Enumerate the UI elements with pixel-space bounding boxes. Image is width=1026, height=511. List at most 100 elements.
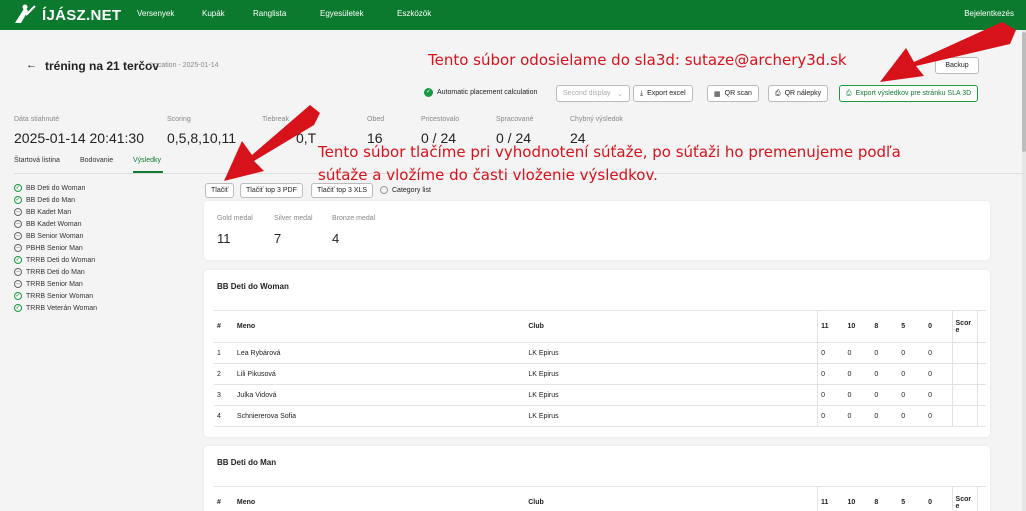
qr-scan-button[interactable]: ▦ QR scan <box>707 85 759 102</box>
print-button[interactable]: Tlačiť <box>205 183 235 198</box>
cell-name: Lili Pikusová <box>233 363 526 385</box>
cell-c10: 0 <box>844 384 872 406</box>
cell-c5: 0 <box>898 363 926 385</box>
category-item[interactable]: – BB Kadet Man <box>14 208 71 216</box>
logo-text: ÍJÁSZ.NET <box>42 6 122 24</box>
cell-c5: 0 <box>898 384 926 406</box>
cell-c10: 0 <box>844 363 872 385</box>
col-header-0: 0 <box>925 310 953 343</box>
table-row[interactable]: 1 Lea Rybárová LK Epirus 0 0 0 0 0 <box>214 342 986 364</box>
stat-value: 2025-01-14 20:41:30 <box>14 130 144 146</box>
nav-item-egyesuletek[interactable]: Egyesületek <box>320 9 364 18</box>
table-row[interactable]: 2 Lili Pikusová LK Epirus 0 0 0 0 0 <box>214 363 986 385</box>
category-item[interactable]: ✓ BB Deti do Man <box>14 196 75 204</box>
scrollbar-thumb[interactable] <box>1022 32 1026 152</box>
category-list-toggle[interactable]: Category list <box>380 186 431 194</box>
category-item[interactable]: – TRRB Senior Man <box>14 280 83 288</box>
print-top3-pdf-button[interactable]: Tlačiť top 3 PDF <box>240 183 303 198</box>
cell-c0: 0 <box>925 342 953 364</box>
cell-c0: 0 <box>925 405 953 427</box>
page-subtitle: Location - 2025-01-14 <box>150 62 219 69</box>
arrow-left-icon[interactable]: ← <box>26 59 37 71</box>
cell-name: Schniererova Sofia <box>233 405 526 427</box>
top-navbar: ÍJÁSZ.NET Versenyek Kupák Ranglista Egye… <box>0 0 1026 30</box>
tab-start-list[interactable]: Štartová listina <box>14 157 60 164</box>
export-excel-button[interactable]: ⤓ Export excel <box>633 85 693 102</box>
nav-item-versenyek[interactable]: Versenyek <box>137 9 174 18</box>
minus-circle-icon: – <box>14 220 22 228</box>
cell-num: 1 <box>214 342 234 364</box>
col-header-5: 5 <box>898 310 926 343</box>
print-top3-xls-button[interactable]: Tlačiť top 3 XLS <box>311 183 374 198</box>
cell-score <box>951 384 979 406</box>
cell-c5: 0 <box>898 342 926 364</box>
col-header-club: Club <box>525 310 818 343</box>
category-item[interactable]: – PBHB Senior Man <box>14 244 83 252</box>
table-row[interactable]: 3 Julka Vidová LK Epirus 0 0 0 0 0 <box>214 384 986 406</box>
col-header-score: Score <box>951 310 979 343</box>
printer-icon: ⎙ <box>846 89 852 97</box>
second-display-label: Second display <box>563 90 611 97</box>
auto-placement-label: Automatic placement calculation <box>437 89 538 96</box>
col-header-11: 11 <box>817 310 845 343</box>
col-header-5: 5 <box>898 486 926 511</box>
tab-scoring[interactable]: Bodovanie <box>80 157 113 164</box>
red-arrow-icon <box>224 105 320 181</box>
medal-summary-card: Gold medal 11 Silver medal 7 Bronze meda… <box>204 201 990 260</box>
cell-c11: 0 <box>817 363 845 385</box>
table-header-row: # Meno Club 11 10 8 5 0 Score <box>214 486 986 511</box>
nav-item-kupak[interactable]: Kupák <box>202 9 225 18</box>
active-tab-indicator <box>133 171 163 173</box>
nav-item-ranglista[interactable]: Ranglista <box>253 9 286 18</box>
col-header-8: 8 <box>871 486 899 511</box>
medal-label: Silver medal <box>274 215 313 222</box>
qr-stickers-button[interactable]: ⎙ QR nálepky <box>768 85 829 102</box>
category-item-label: BB Deti do Man <box>26 196 76 204</box>
category-list-label: Category list <box>392 186 431 194</box>
logo[interactable]: ÍJÁSZ.NET <box>12 2 121 28</box>
category-item-label: TRRB Veterán Woman <box>26 304 98 312</box>
category-item-label: TRRB Deti do Man <box>26 268 85 276</box>
results-table: # Meno Club 11 10 8 5 0 Score 1 Lea Rybár… <box>214 310 986 427</box>
check-circle-icon: ✓ <box>14 196 22 204</box>
category-item[interactable]: ✓ TRRB Deti do Woman <box>14 256 95 264</box>
export-sla-button[interactable]: ⎙ Export výsledkov pre stránku SLA 3D <box>839 85 979 102</box>
results-table: # Meno Club 11 10 8 5 0 Score <box>214 486 986 511</box>
radio-icon <box>380 186 388 194</box>
login-link[interactable]: Bejelentkezés <box>964 9 1014 18</box>
qr-stickers-label: QR nálepky <box>784 90 822 97</box>
category-item[interactable]: – BB Kadet Woman <box>14 220 82 228</box>
auto-placement-toggle[interactable]: ✓ Automatic placement calculation <box>424 88 537 97</box>
check-circle-icon: ✓ <box>14 256 22 264</box>
category-item-label: BB Senior Woman <box>26 232 84 240</box>
check-circle-icon: ✓ <box>14 184 22 192</box>
minus-circle-icon: – <box>14 244 22 252</box>
tab-results[interactable]: Výsledky <box>133 157 161 164</box>
category-item[interactable]: ✓ TRRB Senior Woman <box>14 292 93 300</box>
cell-c11: 0 <box>817 384 845 406</box>
cell-club: LK Epirus <box>525 405 818 427</box>
export-excel-label: Export excel <box>647 90 686 97</box>
second-display-select[interactable]: Second display ⌄ <box>556 85 630 102</box>
cell-c11: 0 <box>817 342 845 364</box>
check-circle-icon: ✓ <box>424 88 433 97</box>
category-item[interactable]: – TRRB Deti do Man <box>14 268 85 276</box>
medal-label: Bronze medal <box>332 215 376 222</box>
category-item-label: BB Kadet Man <box>26 208 72 216</box>
category-item[interactable]: – BB Senior Woman <box>14 232 83 240</box>
minus-circle-icon: – <box>14 208 22 216</box>
col-header-10: 10 <box>844 310 872 343</box>
minus-circle-icon: – <box>14 280 22 288</box>
col-header-club: Club <box>525 486 818 511</box>
category-item[interactable]: ✓ BB Deti do Woman <box>14 184 85 192</box>
col-header-10: 10 <box>844 486 872 511</box>
cell-num: 3 <box>214 384 234 406</box>
table-row[interactable]: 4 Schniererova Sofia LK Epirus 0 0 0 0 0 <box>214 405 986 427</box>
annotation-middle-line1: Tento súbor tlačíme pri vyhodnotení súťa… <box>318 143 901 161</box>
cell-num: 4 <box>214 405 234 427</box>
table-header-row: # Meno Club 11 10 8 5 0 Score <box>214 310 986 343</box>
results-table-body: 1 Lea Rybárová LK Epirus 0 0 0 0 0 2 Lili Pikusov… <box>214 342 986 427</box>
nav-item-eszkozok[interactable]: Eszközök <box>397 9 431 18</box>
category-item[interactable]: ✓ TRRB Veterán Woman <box>14 304 97 312</box>
cell-c8: 0 <box>871 342 899 364</box>
